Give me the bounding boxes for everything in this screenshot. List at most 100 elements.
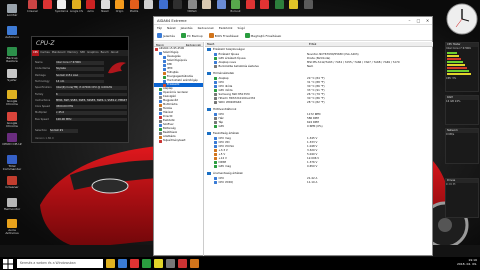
tree-item-icon (159, 131, 162, 135)
menu-item[interactable]: Kedvencek (198, 26, 214, 30)
desktop-top-icon[interactable] (157, 0, 170, 16)
taskbar-app-icon[interactable] (130, 259, 139, 268)
cpuz-tab[interactable]: Graphics (86, 50, 99, 56)
cpu-meter-gadget[interactable]: CPU Meter Intel Core i7 6700K CPU 3% (445, 42, 479, 92)
toolbar-button[interactable]: PC Backup (180, 33, 203, 38)
tree-item-icon (159, 111, 162, 115)
desktop-icon[interactable]: Lomtár (2, 4, 22, 17)
tree-item-icon (159, 95, 162, 99)
minimize-button[interactable]: – (405, 17, 414, 25)
sensor-field: GPU mag (205, 164, 307, 168)
taskbar-app-icon[interactable] (166, 259, 175, 268)
desktop-top-icon[interactable] (258, 0, 271, 16)
desktop-icon[interactable]: Sysfer (2, 68, 22, 82)
column-header-field[interactable]: Mező (205, 42, 307, 46)
menu-item[interactable]: Eszközök (219, 26, 233, 30)
desktop-icon[interactable]: Avira Antivirus (2, 219, 22, 236)
sensor-row[interactable]: WDC WD20EARX 28 °C (82 °F) (205, 100, 433, 104)
tree-tab-favorites[interactable]: Kedvencek (186, 43, 201, 47)
cpuz-window[interactable]: CPU-Z CPU Caches Mainboard Memory SPD Graphic… (31, 36, 129, 143)
desktop-icon-label: Google Chrome (6, 120, 18, 128)
drives-gadget[interactable]: Drives C: D: E: (445, 178, 479, 218)
cpuz-tab[interactable]: Bench (100, 50, 110, 56)
desktop-icon-label: Avira Antivirus (5, 228, 19, 236)
sensor-row[interactable]: GPU mag 0.650 V (205, 164, 433, 168)
maximize-button[interactable]: □ (414, 17, 423, 25)
cpu-core-bar (447, 61, 463, 63)
desktop-icon[interactable]: Autoruns (2, 25, 22, 39)
tree-item-icon (163, 67, 166, 71)
cpuz-tab[interactable]: About (110, 50, 120, 56)
desktop-top-icon[interactable] (200, 0, 213, 16)
desktop-top-icon[interactable] (215, 0, 228, 16)
desktop-icon[interactable]: Ccleaner (2, 176, 22, 189)
desktop-top-icon[interactable]: Mozilla (128, 0, 141, 16)
sensor-row[interactable]: GPU 0 RPM (0%) (205, 124, 433, 128)
close-button[interactable]: ✕ (423, 17, 432, 25)
toolbar-button[interactable]: Meghajtó Frissítések (244, 33, 281, 38)
network-gadget[interactable]: Network 0 KB/s (445, 128, 479, 164)
cpuz-tab[interactable]: CPU (32, 50, 40, 56)
menu-item[interactable]: Súgó (238, 26, 246, 30)
tree-tab-menu[interactable]: Menü (156, 43, 164, 47)
taskbar-clock[interactable]: 19:16 2018. 02. 09. (457, 258, 477, 266)
cpuz-field-label: Specification (35, 86, 52, 90)
cpuz-tab[interactable]: Mainboard (51, 50, 67, 56)
cpuz-tab[interactable]: Caches (39, 50, 50, 56)
desktop-top-icon[interactable]: Origin (113, 0, 126, 16)
toolbar-button-icon (244, 33, 250, 38)
desktop-icon[interactable]: Total Commander (2, 154, 22, 172)
sensor-row[interactable]: Burkolatbe behatolás észlelve Nem (205, 64, 433, 68)
desktop-top-icon[interactable]: Burnout (229, 0, 242, 16)
sensor-icon (214, 124, 217, 128)
desktop-top-icon[interactable]: Avira (84, 0, 97, 16)
taskbar-app-list (103, 259, 199, 268)
desktop-top-icon-label: Steam (100, 10, 110, 13)
desktop-top-icon[interactable]: Ccleaner (26, 0, 39, 16)
desktop-top-icon[interactable]: Steam (99, 0, 112, 16)
desktop-icon[interactable]: Backup Restore (2, 47, 22, 64)
sensor-field: CPU VDDQ (205, 180, 307, 184)
toolbar-button[interactable]: BIOS Frissítések (208, 33, 239, 38)
taskbar-app-icon[interactable] (142, 259, 151, 268)
desktop-top-icon[interactable] (244, 0, 257, 16)
cpuz-selection-select[interactable]: Socket #1 (50, 129, 78, 133)
cpuz-field-label: Family (35, 92, 44, 96)
menu-item[interactable]: Fájl (157, 26, 162, 30)
aida64-window[interactable]: AIDA64 Extreme – □ ✕ Fájl Nézet Jelentés Ke… (153, 16, 433, 256)
taskbar-app-icon[interactable] (118, 259, 127, 268)
windows-start-icon[interactable] (3, 258, 13, 269)
cpuz-tab[interactable]: SPD (79, 50, 86, 56)
desktop-top-icon-image (173, 0, 182, 9)
taskbar-app-icon[interactable] (106, 259, 115, 268)
column-header-value[interactable]: Érték (307, 42, 409, 46)
menu-item[interactable]: Nézet (167, 26, 176, 30)
tree-item[interactable]: Teljesítményteszt (154, 139, 203, 143)
taskbar-search-box[interactable]: Keresés a weben és a Windowsban (17, 259, 103, 268)
analog-clock-gadget[interactable] (445, 2, 479, 36)
memory-gadget[interactable]: RAM 16 GB 24% (445, 95, 479, 125)
desktop-icon[interactable]: CPUID CPU-Z (2, 133, 22, 146)
desktop-icon[interactable]: Google Chrome (2, 90, 22, 107)
desktop-top-icon[interactable] (302, 0, 315, 16)
desktop-top-icon[interactable] (273, 0, 286, 16)
desktop-top-icon[interactable]: Sysinternals (55, 0, 68, 16)
desktop-top-icon[interactable]: Google Chrome (70, 0, 83, 16)
cpuz-field-value: Socket 1151 LGA (56, 73, 104, 78)
desktop-top-icon[interactable] (171, 0, 184, 16)
taskbar-app-icon[interactable] (154, 259, 163, 268)
desktop-top-icon[interactable]: 3DMark (186, 0, 199, 16)
taskbar-app-icon[interactable] (190, 259, 199, 268)
taskbar-app-icon[interactable] (178, 259, 187, 268)
desktop-top-icon[interactable] (287, 0, 300, 16)
desktop-icon[interactable]: Google Chrome (2, 111, 22, 129)
cpuz-tab[interactable]: Memory (66, 50, 79, 56)
desktop-top-icon[interactable] (41, 0, 54, 16)
desktop-icon[interactable]: Hwmonitor (2, 197, 22, 211)
menu-item[interactable]: Jelentés (181, 26, 193, 30)
desktop-top-icon-image (245, 0, 255, 9)
desktop-top-icon[interactable] (142, 0, 155, 16)
sensor-field-label: Burkolatbe behatolás észlelve (218, 64, 259, 68)
toolbar-button[interactable]: Jelentés (157, 33, 175, 38)
sensor-row[interactable]: CPU VDDQ 11.10 A (205, 180, 433, 184)
